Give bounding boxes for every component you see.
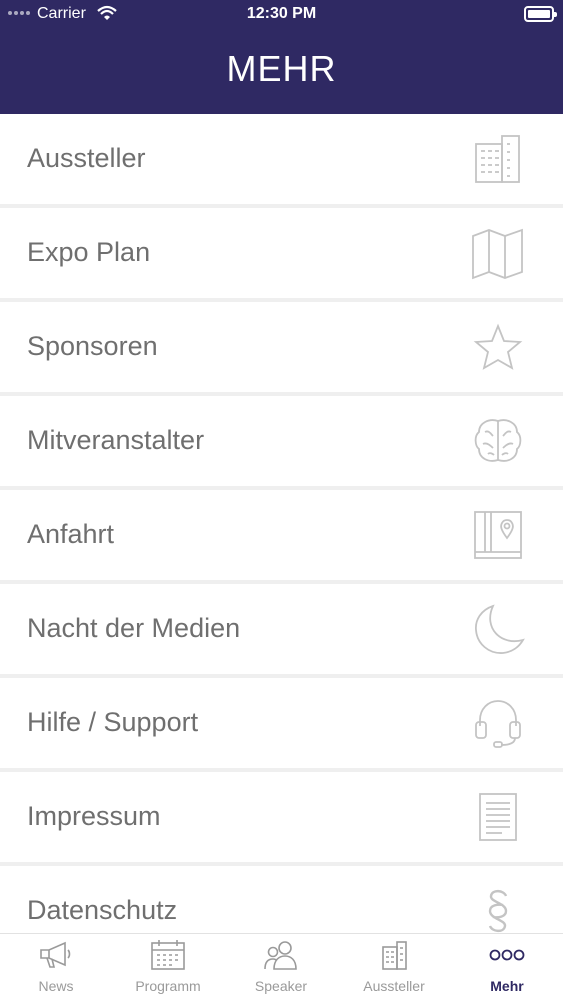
battery-icon bbox=[524, 6, 557, 22]
tab-label: News bbox=[38, 978, 74, 994]
paragraph-icon bbox=[471, 884, 525, 934]
menu-item-label: Anfahrt bbox=[27, 519, 115, 549]
tab-mehr[interactable]: Mehr bbox=[451, 934, 563, 1000]
calendar-icon bbox=[150, 939, 186, 971]
people-icon bbox=[263, 939, 299, 971]
tab-bar: News Programm Speaker Aussteller Mehr bbox=[0, 933, 563, 1000]
tab-label: Mehr bbox=[490, 978, 524, 994]
brain-icon bbox=[471, 414, 525, 468]
menu-item-label: Sponsoren bbox=[27, 331, 158, 361]
megaphone-icon bbox=[38, 939, 74, 971]
menu-item-label: Nacht der Medien bbox=[27, 613, 241, 643]
more-dots-icon bbox=[489, 939, 525, 971]
menu-list: Aussteller Expo Plan Sponsoren Mitverans… bbox=[0, 114, 563, 934]
tab-news[interactable]: News bbox=[0, 934, 112, 1000]
tab-label: Aussteller bbox=[363, 978, 425, 994]
menu-item-label: Impressum bbox=[27, 801, 161, 831]
tab-label: Speaker bbox=[254, 978, 308, 994]
tab-speaker[interactable]: Speaker bbox=[225, 934, 337, 1000]
menu-item-label: Hilfe / Support bbox=[27, 707, 199, 737]
menu-item-label: Mitveranstalter bbox=[27, 425, 205, 455]
map-pin-book-icon bbox=[471, 508, 525, 562]
menu-item-hilfe-support[interactable]: Hilfe / Support bbox=[0, 678, 563, 768]
map-icon bbox=[471, 226, 525, 280]
menu-item-expo-plan[interactable]: Expo Plan bbox=[0, 208, 563, 298]
building-icon bbox=[471, 132, 525, 186]
tab-aussteller[interactable]: Aussteller bbox=[338, 934, 450, 1000]
document-icon bbox=[471, 790, 525, 844]
menu-item-mitveranstalter[interactable]: Mitveranstalter bbox=[0, 396, 563, 486]
menu-item-impressum[interactable]: Impressum bbox=[0, 772, 563, 862]
status-bar: Carrier 12:30 PM bbox=[0, 0, 563, 30]
page-title: MEHR bbox=[226, 48, 337, 89]
moon-icon bbox=[471, 602, 525, 656]
menu-item-aussteller[interactable]: Aussteller bbox=[0, 114, 563, 204]
star-icon bbox=[471, 320, 525, 374]
menu-item-sponsoren[interactable]: Sponsoren bbox=[0, 302, 563, 392]
menu-item-label: Aussteller bbox=[27, 143, 146, 173]
headset-icon bbox=[471, 696, 525, 750]
building-icon bbox=[376, 939, 412, 971]
menu-item-nacht-der-medien[interactable]: Nacht der Medien bbox=[0, 584, 563, 674]
menu-item-datenschutz[interactable]: Datenschutz bbox=[0, 866, 563, 934]
status-time: 12:30 PM bbox=[246, 5, 317, 22]
tab-label: Programm bbox=[135, 978, 201, 994]
menu-item-label: Datenschutz bbox=[27, 895, 178, 925]
menu-item-anfahrt[interactable]: Anfahrt bbox=[0, 490, 563, 580]
header: Carrier 12:30 PM MEHR bbox=[0, 0, 563, 114]
menu-item-label: Expo Plan bbox=[27, 237, 151, 267]
tab-programm[interactable]: Programm bbox=[112, 934, 224, 1000]
